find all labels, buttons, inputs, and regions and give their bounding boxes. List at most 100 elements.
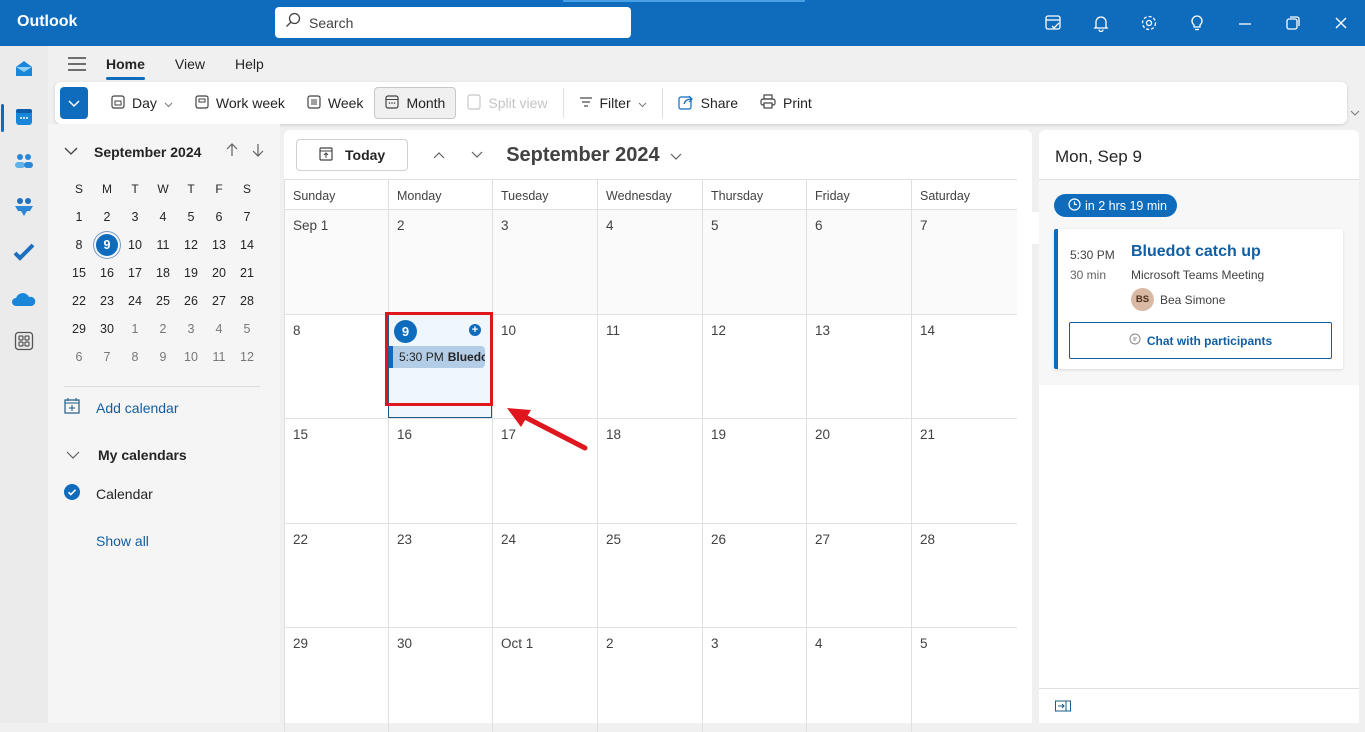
groups-icon[interactable]: [0, 189, 48, 225]
day-cell[interactable]: 2: [597, 627, 702, 732]
arrow-down-icon[interactable]: [252, 143, 264, 162]
day-view-button[interactable]: Day: [100, 87, 184, 119]
day-cell[interactable]: 30: [388, 627, 492, 732]
mini-calendar-day[interactable]: 7: [93, 343, 121, 371]
day-cell[interactable]: 4: [806, 627, 911, 732]
todo-icon[interactable]: [0, 234, 48, 270]
collapse-pane-icon[interactable]: [1055, 699, 1071, 716]
day-cell[interactable]: 18: [597, 418, 702, 523]
day-cell[interactable]: 25: [597, 522, 702, 627]
scrollbar-track[interactable]: [1017, 180, 1032, 723]
mini-calendar-day[interactable]: 21: [233, 259, 261, 287]
new-event-dropdown[interactable]: [60, 95, 88, 111]
my-calendars-header[interactable]: My calendars: [66, 447, 187, 463]
mini-calendar-day[interactable]: 1: [121, 315, 149, 343]
mini-calendar-day[interactable]: 14: [233, 231, 261, 259]
mini-calendar-day[interactable]: 5: [177, 203, 205, 231]
day-cell[interactable]: 5: [911, 627, 1017, 732]
month-view-button[interactable]: Month: [374, 87, 457, 119]
day-cell[interactable]: 4: [597, 209, 702, 314]
day-cell[interactable]: 26: [702, 522, 806, 627]
day-cell[interactable]: 15: [284, 418, 388, 523]
month-picker[interactable]: September 2024: [506, 144, 682, 167]
tab-view[interactable]: View: [175, 52, 205, 76]
mini-calendar-day[interactable]: 7: [233, 203, 261, 231]
day-cell[interactable]: 12: [702, 313, 806, 418]
mini-calendar-day[interactable]: 10: [121, 231, 149, 259]
day-cell[interactable]: 22: [284, 522, 388, 627]
onedrive-icon[interactable]: [0, 281, 48, 317]
day-cell[interactable]: 2: [388, 209, 492, 314]
mini-calendar-day[interactable]: 23: [93, 287, 121, 315]
show-all-link[interactable]: Show all: [96, 533, 149, 549]
day-cell[interactable]: 11: [597, 313, 702, 418]
mini-calendar-day[interactable]: 26: [177, 287, 205, 315]
day-cell[interactable]: 27: [806, 522, 911, 627]
today-button[interactable]: Today: [296, 139, 409, 171]
day-cell[interactable]: 5: [702, 209, 806, 314]
apps-icon[interactable]: [0, 323, 48, 359]
split-view-button[interactable]: Split view: [456, 87, 558, 119]
mini-calendar-day[interactable]: 2: [93, 203, 121, 231]
mini-calendar-day[interactable]: 29: [65, 315, 93, 343]
mini-calendar-day[interactable]: 19: [177, 259, 205, 287]
event-title[interactable]: Bluedot catch up: [1131, 243, 1261, 261]
arrow-up-icon[interactable]: [226, 142, 238, 162]
mini-calendar-day[interactable]: 27: [205, 287, 233, 315]
mini-calendar-day[interactable]: 11: [149, 231, 177, 259]
mini-calendar-day[interactable]: 6: [65, 343, 93, 371]
mini-calendar-day[interactable]: 2: [149, 315, 177, 343]
mini-calendar-day[interactable]: 1: [65, 203, 93, 231]
mail-icon[interactable]: [0, 51, 48, 87]
lightbulb-icon[interactable]: [1173, 0, 1221, 46]
day-cell[interactable]: 28: [911, 522, 1017, 627]
search-input[interactable]: [309, 14, 609, 31]
day-cell[interactable]: Oct 1: [492, 627, 597, 732]
event-card[interactable]: 5:30 PM 30 min Bluedot catch up Microsof…: [1054, 229, 1343, 369]
day-cell[interactable]: 21: [911, 418, 1017, 523]
day-cell[interactable]: 29: [284, 627, 388, 732]
mini-calendar-day[interactable]: 13: [205, 231, 233, 259]
day-cell[interactable]: 23: [388, 522, 492, 627]
gear-icon[interactable]: [1125, 0, 1173, 46]
mini-calendar-day[interactable]: 12: [177, 231, 205, 259]
chat-with-participants-button[interactable]: Chat with participants: [1069, 322, 1332, 359]
mini-calendar-day[interactable]: 16: [93, 259, 121, 287]
day-cell[interactable]: Sep 1: [284, 209, 388, 314]
mini-calendar-day[interactable]: 24: [121, 287, 149, 315]
mini-calendar-day[interactable]: 30: [93, 315, 121, 343]
share-button[interactable]: Share: [667, 87, 749, 119]
previous-month-chevron-up-icon[interactable]: [420, 151, 458, 159]
next-month-chevron-down-icon[interactable]: [458, 151, 496, 159]
checkmark-circle-icon[interactable]: [64, 484, 80, 503]
people-icon[interactable]: [0, 143, 48, 179]
mini-calendar-day[interactable]: 9: [149, 343, 177, 371]
hamburger-menu-icon[interactable]: [48, 57, 106, 71]
collapse-chevron-icon[interactable]: [64, 143, 78, 161]
event-chip[interactable]: 5:30 PMBluedot catch up: [389, 345, 485, 368]
tab-home[interactable]: Home: [106, 52, 145, 80]
bell-icon[interactable]: [1077, 0, 1125, 46]
day-cell[interactable]: 8: [284, 313, 388, 418]
search-box[interactable]: [275, 7, 631, 38]
mini-calendar-day[interactable]: 22: [65, 287, 93, 315]
calendar-checkbox-item[interactable]: Calendar: [64, 484, 153, 503]
day-cell[interactable]: 17: [492, 418, 597, 523]
close-icon[interactable]: [1317, 0, 1365, 46]
day-cell[interactable]: 3: [702, 627, 806, 732]
day-cell[interactable]: 3: [492, 209, 597, 314]
mini-calendar-day[interactable]: 3: [177, 315, 205, 343]
day-cell[interactable]: 6: [806, 209, 911, 314]
mini-calendar-day[interactable]: 20: [205, 259, 233, 287]
mini-calendar-day[interactable]: 5: [233, 315, 261, 343]
filter-button[interactable]: Filter: [568, 87, 658, 119]
tab-help[interactable]: Help: [235, 52, 264, 76]
my-day-icon[interactable]: [1029, 0, 1077, 46]
print-button[interactable]: Print: [749, 87, 823, 119]
mini-calendar-day[interactable]: 25: [149, 287, 177, 315]
day-cell[interactable]: 20: [806, 418, 911, 523]
mini-calendar-day[interactable]: 11: [205, 343, 233, 371]
add-calendar-link[interactable]: Add calendar: [64, 398, 179, 417]
mini-calendar-day[interactable]: 8: [65, 231, 93, 259]
mini-calendar-day[interactable]: 3: [121, 203, 149, 231]
